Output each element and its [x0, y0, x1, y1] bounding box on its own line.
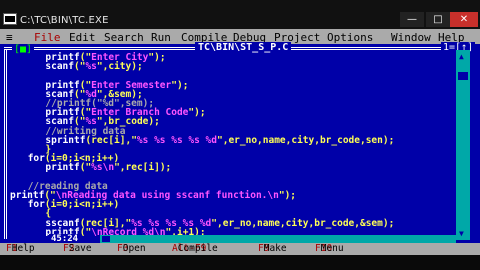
horizontal-scroll-thumb[interactable]: [102, 236, 110, 242]
code-token: (rec[i],": [85, 134, 137, 146]
fkey-open-label: Open: [117, 243, 146, 254]
vertical-scrollbar[interactable]: ▲ ▼: [456, 50, 470, 240]
fkey-help-label: Help: [6, 243, 35, 254]
window-title: C:\TC\BIN\TC.EXE: [20, 15, 109, 26]
menu-search[interactable]: Search: [104, 31, 144, 44]
scroll-up-icon[interactable]: ▲: [459, 52, 464, 61]
fkey-make-label: Make: [258, 243, 287, 254]
code-token: sprintf: [45, 134, 86, 146]
minimize-button[interactable]: —: [400, 12, 424, 27]
window-title-bar: C:\TC\BIN\TC.EXE — □ ✕: [0, 0, 480, 29]
close-button[interactable]: ✕: [450, 12, 478, 27]
code-token: (": [79, 162, 92, 174]
code-token: ");: [171, 79, 189, 91]
app-icon: [3, 13, 17, 25]
code-token: for: [27, 153, 45, 165]
maximize-button[interactable]: □: [426, 12, 450, 27]
menu-window[interactable]: Window: [391, 31, 431, 44]
horizontal-scrollbar[interactable]: [100, 235, 456, 243]
code-token: ",rec[i]);: [114, 162, 172, 174]
menu-edit[interactable]: Edit: [69, 31, 96, 44]
code-token: ");: [188, 107, 206, 119]
code-token: ",er_no,name,city,br_code,sen);: [217, 134, 395, 146]
menu-options[interactable]: Options: [327, 31, 373, 44]
code-token: ",er_no,name,city,br_code,&sem);: [211, 217, 395, 229]
code-line[interactable]: sprintf(rec[i],"%s %s %s %s %d",er_no,na…: [45, 135, 394, 147]
code-editor[interactable]: printf("Enter City"); scanf("%s",city); pr…: [10, 52, 454, 236]
code-token: ");: [278, 190, 297, 201]
vertical-scroll-thumb[interactable]: [458, 72, 468, 80]
code-token: %s %s %s %s %d: [136, 134, 217, 146]
editor-frame-left: [4, 49, 7, 239]
code-token: ",city);: [96, 61, 143, 73]
fkey-compile-label: Compile: [172, 243, 218, 254]
code-token: for: [27, 199, 45, 211]
desktop-taskbar: [0, 255, 480, 270]
system-menu-icon[interactable]: ≡: [6, 31, 13, 44]
editor-status-strip: 45:24: [0, 234, 470, 244]
editor-window: [■] TC\BIN\ST_S_P.C 1=[↑] ▲ ▼ printf("En…: [0, 42, 480, 243]
code-token: %s: [85, 61, 97, 73]
code-token: (i=0;i<n;i++): [44, 199, 120, 211]
menu-run[interactable]: Run: [151, 31, 171, 44]
code-line[interactable]: scanf("%s",city);: [45, 61, 142, 73]
menu-file[interactable]: File: [34, 31, 61, 44]
code-token: %s\n: [91, 162, 115, 174]
fkey-save-label: Save: [63, 243, 92, 254]
code-line[interactable]: for(i=0;i<n;i++): [28, 199, 120, 211]
code-token: printf: [45, 162, 80, 174]
code-line[interactable]: printf("%s\n",rec[i]);: [45, 162, 171, 174]
fkey-menu-label: Menu: [315, 243, 344, 254]
code-token: (": [74, 61, 86, 73]
code-token: ");: [148, 52, 166, 63]
function-key-bar: F1 Help F2 Save F3 Open Alt-F9 Compile F…: [0, 243, 480, 255]
code-token: scanf: [45, 61, 74, 73]
menu-file-label: File: [34, 31, 61, 44]
